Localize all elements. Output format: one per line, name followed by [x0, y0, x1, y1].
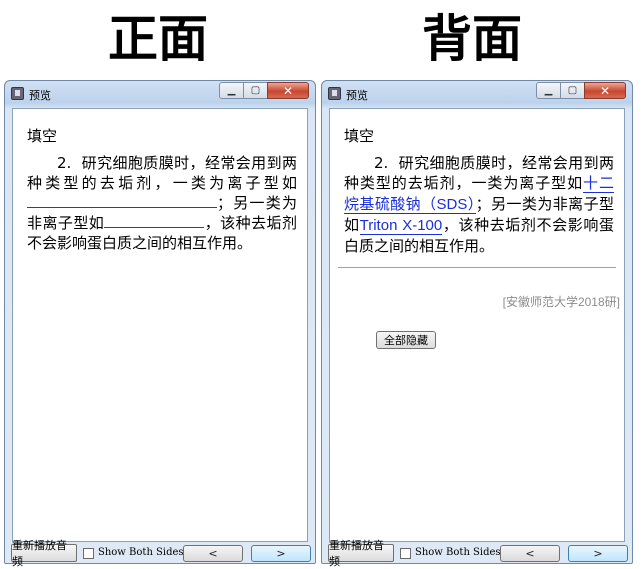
maximize-icon[interactable]: ▢: [560, 82, 585, 99]
replay-audio-button[interactable]: 重新播放音频: [328, 539, 394, 568]
question-number: 2.: [57, 154, 72, 172]
front-preview-window: 预览 ▁ ▢ ✕ 填空 2. 研究细胞质膜时，经常会用到两种类型的去垢剂，一类为…: [4, 80, 316, 568]
answer-blank-2: [104, 213, 205, 228]
bottom-bar: 重新播放音频 Show Both Sides < >: [322, 539, 632, 568]
back-heading: 背面: [422, 9, 522, 68]
bottom-bar: 重新播放音频 Show Both Sides < >: [5, 539, 315, 568]
close-icon[interactable]: ✕: [267, 82, 309, 99]
next-button[interactable]: >: [568, 545, 628, 562]
window-controls: ▁ ▢ ✕: [536, 82, 626, 99]
maximize-icon[interactable]: ▢: [243, 82, 268, 99]
question-number: 2.: [374, 154, 389, 172]
front-heading: 正面: [108, 9, 208, 68]
prev-button[interactable]: <: [500, 545, 560, 562]
title-bar[interactable]: 预览 ▁ ▢ ✕: [322, 81, 632, 107]
question-text: 2. 研究细胞质膜时，经常会用到两种类型的去垢剂，一类为离子型如；另一类为非离子…: [27, 153, 297, 253]
card-content: 填空 2. 研究细胞质膜时，经常会用到两种类型的去垢剂，一类为离子型如十二烷基硫…: [329, 108, 625, 542]
show-both-sides-checkbox[interactable]: [400, 548, 411, 559]
question-type: 填空: [344, 127, 375, 145]
app-icon: [11, 87, 24, 100]
next-button[interactable]: >: [251, 545, 311, 562]
minimize-icon[interactable]: ▁: [536, 82, 561, 99]
show-both-sides-label: Show Both Sides: [98, 547, 184, 558]
hide-all-button[interactable]: 全部隐藏: [376, 331, 436, 349]
app-icon: [328, 87, 341, 100]
question-type: 填空: [27, 127, 58, 145]
minimize-icon[interactable]: ▁: [219, 82, 244, 99]
answer-blank-1: [27, 193, 217, 208]
source-label: [安徽师范大学2018研]: [502, 295, 620, 309]
title-bar[interactable]: 预览 ▁ ▢ ✕: [5, 81, 315, 107]
prev-button[interactable]: <: [183, 545, 243, 562]
back-preview-window: 预览 ▁ ▢ ✕ 填空 2. 研究细胞质膜时，经常会用到两种类型的去垢剂，一类为…: [321, 80, 633, 568]
question-text: 2. 研究细胞质膜时，经常会用到两种类型的去垢剂，一类为离子型如十二烷基硫酸钠（…: [344, 153, 614, 256]
divider: [338, 267, 616, 268]
window-controls: ▁ ▢ ✕: [219, 82, 309, 99]
window-title: 预览: [346, 90, 368, 102]
show-both-sides-checkbox[interactable]: [83, 548, 94, 559]
replay-audio-button[interactable]: 重新播放音频: [11, 539, 77, 568]
close-icon[interactable]: ✕: [584, 82, 626, 99]
show-both-sides-label: Show Both Sides: [415, 547, 501, 558]
window-title: 预览: [29, 90, 51, 102]
answer-2: Triton X-100: [359, 217, 443, 235]
card-content: 填空 2. 研究细胞质膜时，经常会用到两种类型的去垢剂，一类为离子型如；另一类为…: [12, 108, 308, 542]
